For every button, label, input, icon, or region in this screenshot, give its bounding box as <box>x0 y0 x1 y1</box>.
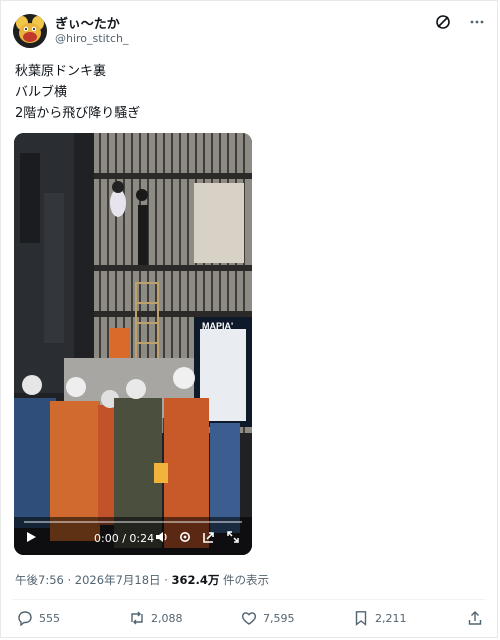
post-line: バルブ横 <box>15 85 68 100</box>
bookmark-button[interactable]: 2,211 <box>353 610 407 626</box>
play-icon[interactable] <box>25 531 37 546</box>
video-frame: MAPIA' <box>14 133 252 555</box>
grok-icon[interactable] <box>435 14 451 34</box>
post-card: ぎぃ〜たか @hiro_stitch_ 秋葉原ドンキ裏 バルブ横 2階から飛び降… <box>0 0 498 638</box>
share-icon <box>467 610 483 626</box>
avatar[interactable] <box>13 14 47 48</box>
settings-icon[interactable] <box>179 531 191 546</box>
divider <box>13 599 485 600</box>
reply-icon <box>17 610 33 626</box>
author-name[interactable]: ぎぃ〜たか <box>55 13 120 32</box>
like-button[interactable]: 7,595 <box>241 610 295 626</box>
repost-count: 2,088 <box>151 611 183 625</box>
post-meta: 午後7:56 · 2026年7月18日 · 362.4万 件の表示 <box>15 572 269 588</box>
meta-separator: · <box>164 573 168 587</box>
video-time: 0:00 / 0:24 <box>94 532 155 545</box>
post-header: ぎぃ〜たか @hiro_stitch_ <box>13 11 485 51</box>
sign-text: MAPIA' <box>202 321 233 331</box>
action-bar: 555 2,088 7,595 2,211 <box>13 610 485 632</box>
share-button[interactable] <box>467 610 483 626</box>
like-icon <box>241 610 257 626</box>
post-date[interactable]: 2026年7月18日 <box>75 573 161 587</box>
meta-separator: · <box>67 573 72 587</box>
video-controls: 0:00 / 0:24 <box>14 517 252 555</box>
bookmark-icon <box>353 610 369 626</box>
video-player[interactable]: MAPIA' 0:00 / 0:24 <box>14 133 252 555</box>
like-count: 7,595 <box>263 611 295 625</box>
author-handle[interactable]: @hiro_stitch_ <box>55 32 128 45</box>
fullscreen-icon[interactable] <box>227 531 239 546</box>
view-label: 件の表示 <box>223 573 270 587</box>
repost-icon <box>129 610 145 626</box>
post-time[interactable]: 午後7:56 <box>15 573 64 587</box>
post-line: 2階から飛び降り騒ぎ <box>15 106 141 121</box>
view-count: 362.4万 <box>171 573 220 587</box>
video-progress-bar[interactable] <box>24 521 242 523</box>
reply-button[interactable]: 555 <box>17 610 60 626</box>
post-line: 秋葉原ドンキ裏 <box>15 64 107 79</box>
reply-count: 555 <box>39 611 60 625</box>
repost-button[interactable]: 2,088 <box>129 610 183 626</box>
more-icon[interactable] <box>469 14 485 34</box>
pip-icon[interactable] <box>203 531 215 546</box>
volume-icon[interactable] <box>155 531 169 546</box>
post-text: 秋葉原ドンキ裏 バルブ横 2階から飛び降り騒ぎ <box>15 61 140 124</box>
bookmark-count: 2,211 <box>375 611 407 625</box>
header-icons <box>435 14 485 34</box>
